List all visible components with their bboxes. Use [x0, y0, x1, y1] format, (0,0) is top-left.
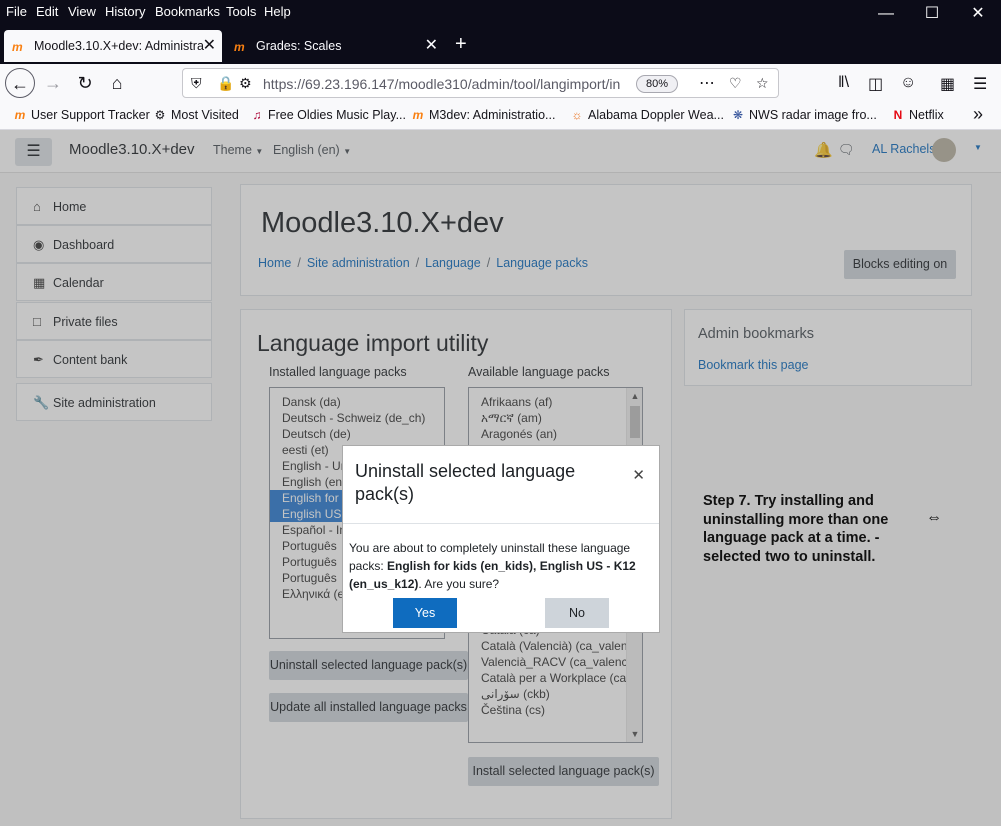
bookmark-label: M3dev: Administratio... [429, 108, 556, 122]
close-tab-icon[interactable]: ✕ [425, 30, 438, 62]
bookmark-m3dev[interactable]: m M3dev: Administratio... [410, 108, 556, 122]
new-tab-icon[interactable]: + [455, 33, 467, 56]
zoom-level[interactable]: 80% [636, 75, 678, 93]
maximize-icon[interactable]: ☐ [920, 4, 944, 24]
account-icon[interactable]: ☺ [900, 74, 916, 92]
bookmark-label: Most Visited [171, 108, 239, 122]
moodle-icon: m [14, 108, 26, 122]
library-icon[interactable]: ‖\ [838, 74, 849, 92]
close-tab-icon[interactable]: ✕ [203, 30, 216, 62]
minimize-icon[interactable]: — [874, 4, 898, 24]
moodle-icon: m [234, 40, 245, 54]
menu-view[interactable]: View [68, 4, 96, 19]
menu-tools[interactable]: Tools [226, 4, 256, 19]
menu-history[interactable]: History [105, 4, 145, 19]
step-annotation: Step 7. Try installing and uninstalling … [703, 493, 889, 565]
close-window-icon[interactable]: ✕ [966, 4, 990, 24]
bookmark-user-support-tracker[interactable]: m User Support Tracker [12, 108, 150, 122]
dialog-title: Uninstall selected language pack(s) [355, 461, 576, 504]
no-button[interactable]: No [545, 598, 609, 628]
menu-bar: File Edit View History Bookmarks Tools H… [0, 0, 1001, 28]
bookmark-nws-radar[interactable]: ❋ NWS radar image fro... [730, 108, 877, 122]
lock-warning-icon[interactable]: 🔒 [217, 75, 234, 92]
resize-cursor-icon: ⇔ [926, 509, 942, 526]
dialog-divider [343, 523, 659, 524]
moodle-icon: m [412, 108, 424, 122]
navigation-toolbar: ← → ↻ ⌂ ⛨ 🔒 ⚙ https://69.23.196.147/mood… [0, 64, 1001, 102]
tab-title: Grades: Scales [256, 39, 342, 53]
music-icon: ♫ [252, 108, 262, 122]
sidebar-icon[interactable]: ◫ [868, 74, 883, 94]
star-bookmark-icon[interactable]: ☆ [756, 75, 769, 92]
home-icon[interactable]: ⌂ [102, 68, 132, 98]
permissions-icon[interactable]: ⚙ [239, 75, 252, 92]
menu-help[interactable]: Help [264, 4, 291, 19]
bookmark-label: Alabama Doppler Wea... [588, 108, 724, 122]
pocket-icon[interactable]: ♡ [729, 75, 742, 92]
gear-icon: ⚙ [154, 108, 166, 122]
reload-icon[interactable]: ↻ [70, 68, 100, 98]
shield-icon[interactable]: ⛨ [191, 75, 202, 92]
bookmarks-overflow-icon[interactable]: » [973, 104, 983, 125]
weather-icon: ☼ [571, 108, 583, 122]
message-suffix: . Are you sure? [418, 577, 500, 591]
moodle-icon: m [12, 40, 23, 54]
bookmark-label: User Support Tracker [31, 108, 150, 122]
bookmarks-toolbar: m User Support Tracker ⚙ Most Visited ♫ Fre… [0, 102, 1001, 130]
bookmark-free-oldies[interactable]: ♫ Free Oldies Music Play... [249, 108, 407, 122]
dialog-message: You are about to completely uninstall th… [349, 539, 649, 593]
address-bar[interactable]: ⛨ 🔒 ⚙ https://69.23.196.147/moodle310/ad… [182, 68, 779, 98]
yes-button[interactable]: Yes [393, 598, 457, 628]
tab-title: Moodle3.10.X+dev: Administra [34, 39, 204, 53]
url-text[interactable]: https://69.23.196.147/moodle310/admin/to… [263, 76, 623, 92]
back-icon[interactable]: ← [5, 68, 35, 98]
extensions-icon[interactable]: ▦ [940, 74, 955, 94]
netflix-icon: N [893, 108, 903, 122]
close-icon[interactable]: ✕ [632, 466, 645, 484]
tab-moodle-admin[interactable]: m Moodle3.10.X+dev: Administra ✕ [4, 30, 222, 62]
bookmark-label: Netflix [909, 108, 944, 122]
nws-icon: ❋ [732, 108, 744, 122]
uninstall-confirm-dialog: Uninstall selected language pack(s) ✕ Yo… [342, 445, 660, 633]
menu-bookmarks[interactable]: Bookmarks [155, 4, 220, 19]
menu-file[interactable]: File [6, 4, 27, 19]
tab-bar: m Moodle3.10.X+dev: Administra ✕ m Grade… [0, 28, 1001, 64]
forward-icon[interactable]: → [38, 68, 68, 98]
menu-edit[interactable]: Edit [36, 4, 58, 19]
bookmark-most-visited[interactable]: ⚙ Most Visited [152, 108, 239, 122]
menu-icon[interactable]: ☰ [973, 74, 987, 94]
bookmark-alabama-doppler[interactable]: ☼ Alabama Doppler Wea... [569, 108, 724, 122]
tab-grades-scales[interactable]: m Grades: Scales ✕ [226, 30, 446, 62]
bookmark-label: NWS radar image fro... [749, 108, 877, 122]
bookmark-netflix[interactable]: N Netflix [890, 108, 944, 122]
more-actions-icon[interactable]: ⋯ [699, 73, 715, 93]
bookmark-label: Free Oldies Music Play... [268, 108, 407, 122]
